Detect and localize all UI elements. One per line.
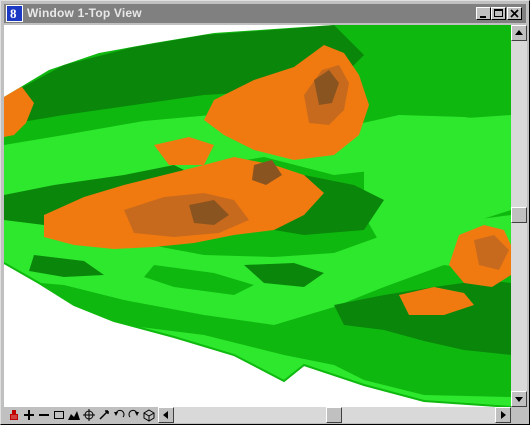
arrow-left-icon [163,411,168,419]
arrow-up-icon [515,30,523,35]
bottom-bar [4,407,527,423]
scroll-left-button[interactable] [158,407,174,423]
resize-grip[interactable] [511,407,527,423]
minimize-icon [480,16,486,18]
terrain-model [4,25,511,407]
scroll-up-button[interactable] [511,25,527,41]
view-window: 8 Window 1-Top View [0,0,530,425]
minimize-button[interactable] [476,7,491,20]
fit-view-icon[interactable] [67,408,81,422]
rotate-view-icon[interactable] [82,408,96,422]
arrow-right-icon [501,411,506,419]
maximize-button[interactable] [491,7,506,20]
zoom-out-icon[interactable] [37,408,51,422]
update-view-icon[interactable] [7,408,21,422]
window-title: Window 1-Top View [27,6,142,20]
copy-view-icon[interactable] [142,408,156,422]
zoom-in-icon[interactable] [22,408,36,422]
maximize-icon [494,9,503,17]
window-area-icon[interactable] [52,408,66,422]
scroll-down-button[interactable] [511,391,527,407]
view-next-icon[interactable] [127,408,141,422]
microstation-app-icon[interactable]: 8 [6,5,23,22]
close-button[interactable] [507,7,522,20]
vertical-scrollbar[interactable] [511,25,527,407]
scroll-right-button[interactable] [495,407,511,423]
view-control-bar [4,407,158,423]
svg-text:8: 8 [10,6,17,21]
view-previous-icon[interactable] [112,408,126,422]
pan-icon[interactable] [97,408,111,422]
horizontal-scrollbar[interactable] [158,407,511,423]
title-bar[interactable]: 8 Window 1-Top View [4,4,526,23]
arrow-down-icon [515,397,523,402]
horizontal-scroll-thumb[interactable] [326,407,342,423]
close-icon [510,9,519,18]
vertical-scroll-thumb[interactable] [511,207,527,223]
terrain-view[interactable] [4,25,511,407]
